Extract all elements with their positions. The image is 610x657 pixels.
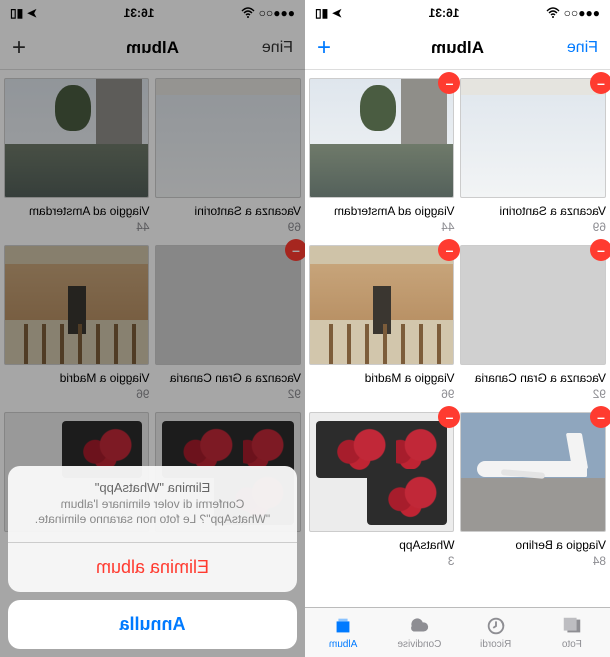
album-thumbnail bbox=[461, 245, 607, 365]
sheet-message: Confermi di voler eliminare l'album "Wha… bbox=[26, 497, 279, 528]
album-title: Viaggio ad Amsterdam bbox=[309, 204, 455, 220]
sheet-title: Elimina "WhatsApp" bbox=[26, 480, 279, 495]
add-album-button[interactable]: + bbox=[317, 36, 331, 60]
signal-icon: ●●●○○ bbox=[564, 6, 600, 20]
delete-badge-icon[interactable]: – bbox=[590, 72, 610, 94]
screen-delete-confirm: ●●●○○ 16:31 ➤ ▮▯ Fine Album + Vacanza a … bbox=[0, 0, 305, 657]
album-item[interactable]: – Viaggio a Madrid96 bbox=[309, 245, 455, 402]
album-count: 44 bbox=[441, 220, 454, 234]
screen-edit-albums: ●●●○○ 16:31 ➤ ▮▯ Fine Album + – Vacanza … bbox=[305, 0, 610, 657]
tab-bar: Foto Ricordi Condivise Album bbox=[305, 607, 610, 657]
clock-icon bbox=[485, 615, 507, 637]
delete-badge-icon[interactable]: – bbox=[590, 406, 610, 428]
tab-condivise[interactable]: Condivise bbox=[381, 608, 457, 657]
album-thumbnail bbox=[309, 412, 455, 532]
done-button[interactable]: Fine bbox=[567, 39, 598, 57]
albums-grid: – Vacanza a Santorini69 – Viaggio ad Ams… bbox=[305, 70, 610, 607]
action-sheet: Elimina "WhatsApp" Confermi di voler eli… bbox=[8, 466, 297, 592]
album-title: Vacanza a Santorini bbox=[461, 204, 607, 220]
album-title: WhatsApp bbox=[309, 538, 455, 554]
album-thumbnail bbox=[309, 78, 455, 198]
album-icon bbox=[332, 615, 354, 637]
tab-album[interactable]: Album bbox=[305, 608, 381, 657]
album-count: 3 bbox=[448, 554, 455, 568]
album-thumbnail bbox=[461, 78, 607, 198]
cloud-icon bbox=[408, 615, 430, 637]
nav-bar: Fine Album + bbox=[305, 26, 610, 70]
album-count: 96 bbox=[441, 387, 454, 401]
album-thumbnail bbox=[309, 245, 455, 365]
album-count: 69 bbox=[593, 220, 606, 234]
album-item[interactable]: – Viaggio a Berlino84 bbox=[461, 412, 607, 569]
delete-badge-icon[interactable]: – bbox=[439, 239, 461, 261]
photos-icon bbox=[561, 615, 583, 637]
status-time: 16:31 bbox=[429, 6, 460, 20]
delete-album-button[interactable]: Elimina album bbox=[8, 542, 297, 592]
album-count: 84 bbox=[593, 554, 606, 568]
album-title: Viaggio a Madrid bbox=[309, 371, 455, 387]
status-bar: ●●●○○ 16:31 ➤ ▮▯ bbox=[305, 0, 610, 26]
album-item[interactable]: – WhatsApp3 bbox=[309, 412, 455, 569]
location-icon: ➤ bbox=[332, 6, 342, 20]
album-item[interactable]: – Viaggio ad Amsterdam44 bbox=[309, 78, 455, 235]
tab-ricordi[interactable]: Ricordi bbox=[458, 608, 534, 657]
album-item[interactable]: – Vacanza a Gran Canaria92 bbox=[461, 245, 607, 402]
album-title: Viaggio a Berlino bbox=[461, 538, 607, 554]
nav-title: Album bbox=[305, 38, 610, 58]
delete-badge-icon[interactable]: – bbox=[439, 406, 461, 428]
album-title: Vacanza a Gran Canaria bbox=[461, 371, 607, 387]
album-thumbnail bbox=[461, 412, 607, 532]
cancel-button[interactable]: Annulla bbox=[8, 600, 297, 649]
tab-foto[interactable]: Foto bbox=[534, 608, 610, 657]
album-count: 92 bbox=[593, 387, 606, 401]
delete-badge-icon[interactable]: – bbox=[590, 239, 610, 261]
delete-badge-icon[interactable]: – bbox=[439, 72, 461, 94]
battery-icon: ▮▯ bbox=[315, 6, 328, 20]
wifi-icon bbox=[546, 7, 560, 19]
album-item[interactable]: – Vacanza a Santorini69 bbox=[461, 78, 607, 235]
action-sheet-overlay: Elimina "WhatsApp" Confermi di voler eli… bbox=[0, 0, 305, 657]
